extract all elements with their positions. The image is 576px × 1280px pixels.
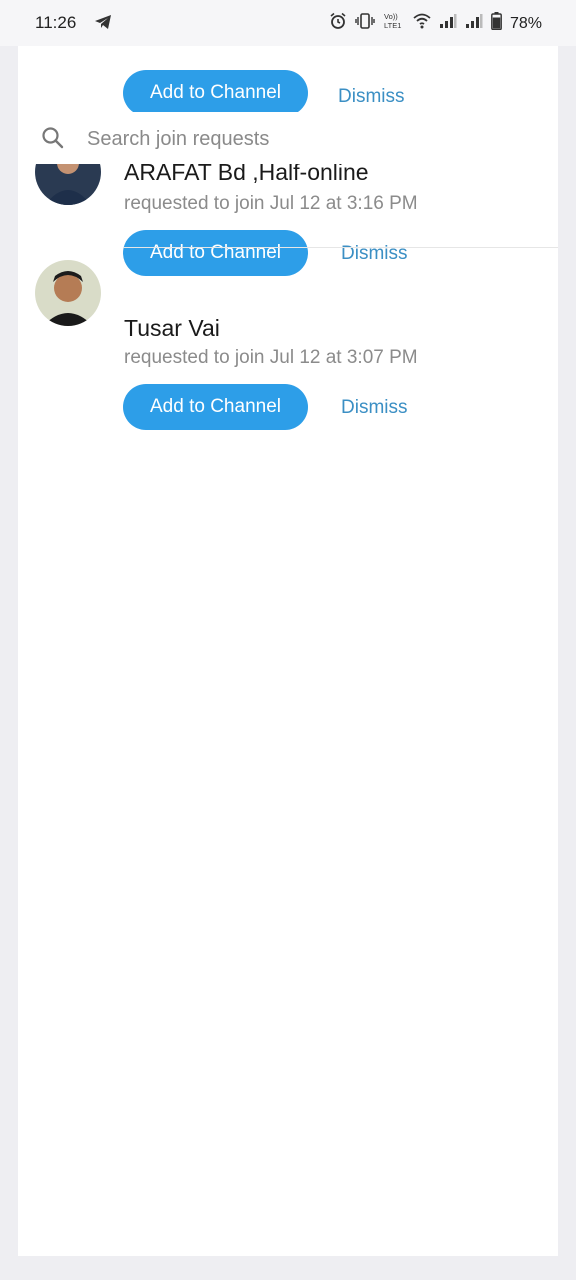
volte-top: Vo)) [384, 12, 398, 21]
add-to-channel-button[interactable]: Add to Channel [123, 384, 308, 430]
alarm-icon [329, 12, 347, 35]
avatar[interactable] [35, 260, 101, 326]
battery-icon [491, 12, 502, 35]
battery-percent: 78% [509, 14, 542, 32]
join-requests-list[interactable]: Add to Channel Dismiss ARAFAT Bd ,Half-o… [18, 46, 558, 1256]
wifi-icon [413, 13, 431, 34]
telegram-icon [94, 14, 112, 35]
vibrate-icon [355, 13, 375, 34]
dismiss-button[interactable]: Dismiss [341, 397, 408, 419]
volte-icon: Vo)) LTE1 [383, 12, 405, 35]
request-time: requested to join Jul 12 at 3:07 PM [124, 347, 418, 368]
dismiss-button-peek[interactable]: Dismiss [338, 86, 405, 108]
add-to-channel-button-peek[interactable]: Add to Channel [123, 70, 308, 116]
request-name: Tusar Vai [124, 315, 220, 341]
request-time: requested to join Jul 12 at 3:16 PM [124, 193, 418, 214]
request-row: Tusar Vai requested to join Jul 12 at 3:… [18, 247, 558, 430]
previous-request-peek: Add to Channel Dismiss [18, 46, 558, 116]
volte-bottom: LTE1 [384, 21, 401, 30]
status-time: 11:26 [35, 13, 77, 32]
search-icon [40, 125, 66, 156]
search-input[interactable] [85, 124, 529, 154]
signal-icon [439, 13, 457, 34]
status-bar: 11:26 Vo)) LTE1 78% [0, 0, 576, 46]
status-icons: Vo)) LTE1 78% [329, 12, 542, 35]
search-bar[interactable] [18, 112, 558, 164]
signal-icon-2 [465, 13, 483, 34]
